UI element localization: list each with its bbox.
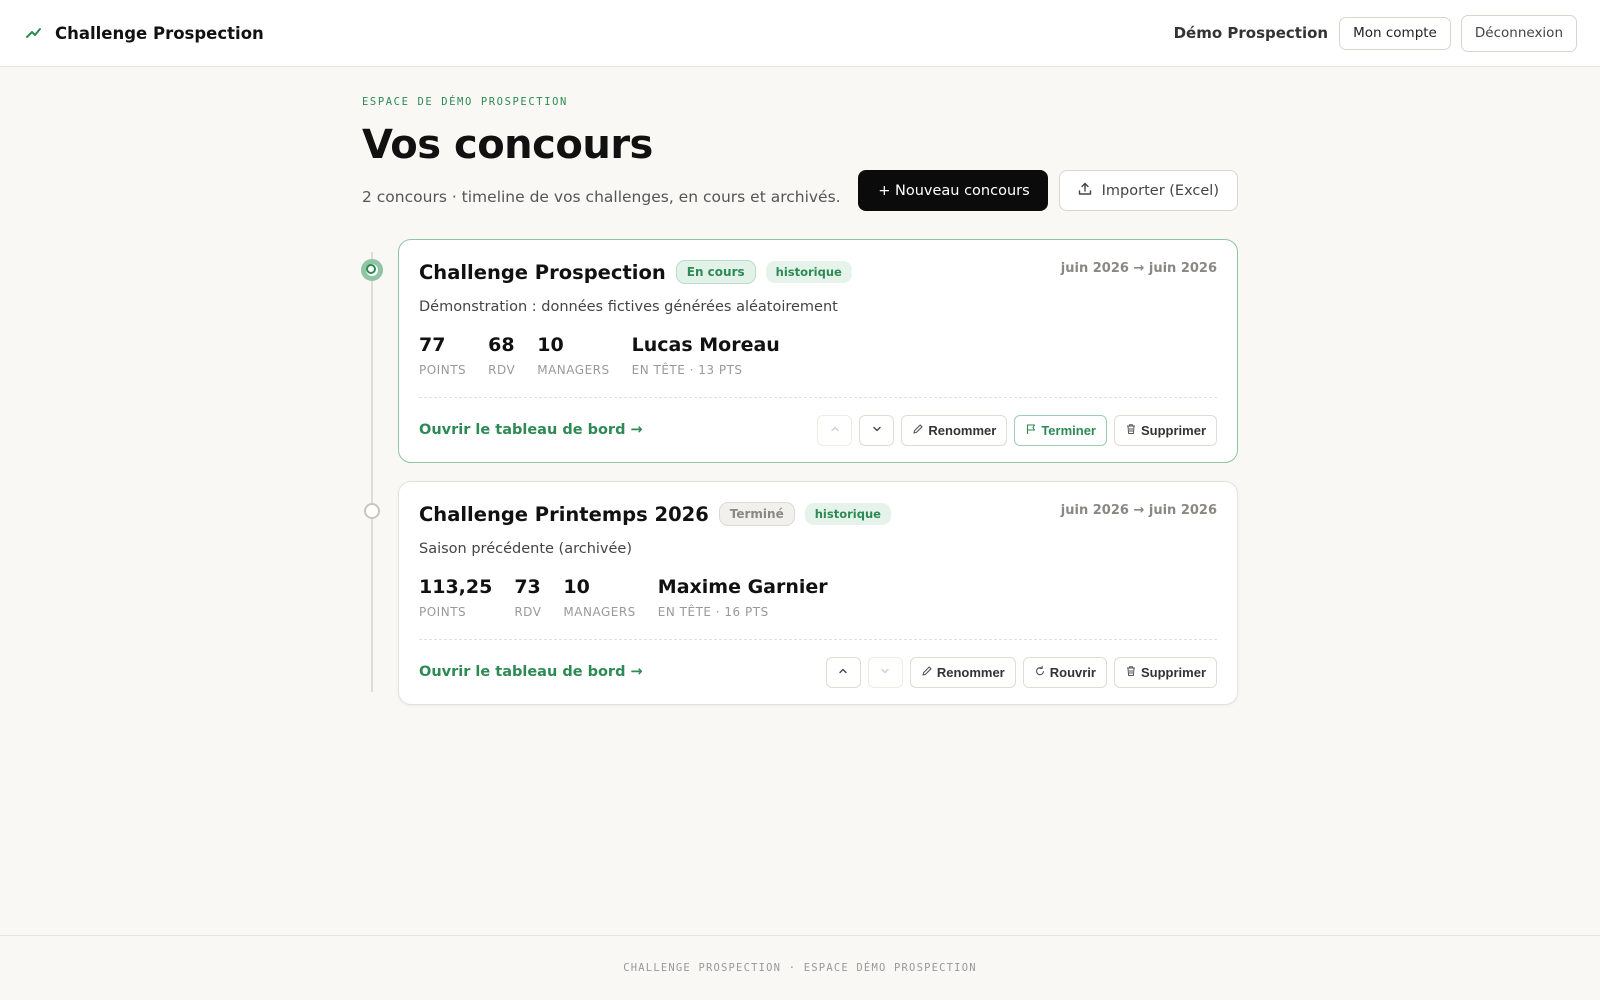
finish-label: Terminer xyxy=(1041,422,1096,438)
card-footer: Ouvrir le tableau de bord → Renommer Ter… xyxy=(419,397,1217,462)
contest-stats: 77 POINTS 68 RDV 10 MANAGERS Lucas Morea… xyxy=(419,334,1217,377)
stat-points: 113,25 POINTS xyxy=(419,576,492,619)
contest-description: Saison précédente (archivée) xyxy=(419,541,632,557)
page-subtitle: 2 concours · timeline de vos challenges,… xyxy=(362,188,841,206)
tag-badge: historique xyxy=(765,261,852,283)
open-dashboard-link[interactable]: Ouvrir le tableau de bord → xyxy=(419,422,643,438)
contest-dates: juin 2026 → juin 2026 xyxy=(1060,261,1217,276)
stat-managers-value: 10 xyxy=(537,334,564,356)
pencil-icon xyxy=(921,665,933,680)
tag-badge: historique xyxy=(804,503,891,525)
move-down-button[interactable] xyxy=(867,656,903,688)
import-excel-button[interactable]: Importer (Excel) xyxy=(1058,170,1238,211)
contest-card: Challenge Prospection En cours historiqu… xyxy=(398,239,1238,463)
contest-stats: 113,25 POINTS 73 RDV 10 MANAGERS Maxime … xyxy=(419,576,1217,619)
contest-description: Démonstration : données fictives générée… xyxy=(419,299,838,315)
page-actions: + Nouveau concours Importer (Excel) xyxy=(858,170,1238,211)
leader-label: EN TÊTE · 16 PTS xyxy=(657,605,769,619)
user-name: Démo Prospection xyxy=(1173,24,1329,42)
import-excel-label: Importer (Excel) xyxy=(1101,182,1219,199)
stat-points-value: 77 xyxy=(419,334,446,356)
top-bar: Challenge Prospection Démo Prospection M… xyxy=(0,0,1600,67)
chevron-up-icon xyxy=(837,665,849,680)
stat-rdv: 73 RDV xyxy=(514,576,541,619)
logout-button[interactable]: Déconnexion xyxy=(1460,14,1577,52)
timeline-dot-active xyxy=(361,259,383,281)
delete-label: Supprimer xyxy=(1140,422,1206,438)
account-button[interactable]: Mon compte xyxy=(1339,16,1451,50)
reopen-label: Rouvrir xyxy=(1049,664,1096,680)
stat-leader: Lucas Moreau EN TÊTE · 13 PTS xyxy=(632,334,780,377)
brand-name: Challenge Prospection xyxy=(55,23,264,43)
timeline-line xyxy=(371,252,373,692)
timeline-dot-archived xyxy=(364,503,380,519)
footer-text: CHALLENGE PROSPECTION · ESPACE DÉMO PROS… xyxy=(623,962,977,974)
stat-managers-label: MANAGERS xyxy=(537,363,610,377)
flag-icon xyxy=(1025,423,1037,438)
rename-label: Renommer xyxy=(936,664,1005,680)
card-tools: Renommer Rouvrir Supprimer xyxy=(825,656,1217,688)
chevron-down-icon xyxy=(871,423,883,438)
page-intro: ESPACE DE DÉMO PROSPECTION Vos concours … xyxy=(362,96,1238,211)
card-tools: Renommer Terminer Supprimer xyxy=(817,414,1217,446)
contest-title: Challenge Printemps 2026 xyxy=(419,502,709,526)
move-up-button[interactable] xyxy=(825,656,861,688)
stat-points-label: POINTS xyxy=(419,605,467,619)
stat-rdv: 68 RDV xyxy=(488,334,515,377)
upload-icon xyxy=(1078,182,1092,200)
status-badge: Terminé xyxy=(718,502,795,526)
header-actions: Démo Prospection Mon compte Déconnexion xyxy=(1173,14,1577,52)
section-eyebrow: ESPACE DE DÉMO PROSPECTION xyxy=(362,96,568,108)
chevron-up-icon xyxy=(829,423,841,438)
stat-rdv-value: 68 xyxy=(488,334,515,356)
reopen-button[interactable]: Rouvrir xyxy=(1022,656,1107,688)
rotate-icon xyxy=(1034,665,1046,680)
rename-button[interactable]: Renommer xyxy=(909,656,1016,688)
page-title: Vos concours xyxy=(362,122,653,168)
chevron-down-icon xyxy=(879,665,891,680)
stat-managers-value: 10 xyxy=(563,576,590,598)
stat-points: 77 POINTS xyxy=(419,334,466,377)
new-contest-label: + Nouveau concours xyxy=(878,182,1030,199)
pencil-icon xyxy=(912,423,924,438)
stat-rdv-label: RDV xyxy=(488,363,516,377)
contest-dates: juin 2026 → juin 2026 xyxy=(1060,503,1217,518)
open-dashboard-link[interactable]: Ouvrir le tableau de bord → xyxy=(419,664,643,680)
new-contest-button[interactable]: + Nouveau concours xyxy=(858,170,1048,211)
move-up-button[interactable] xyxy=(817,414,853,446)
stat-leader: Maxime Garnier EN TÊTE · 16 PTS xyxy=(658,576,828,619)
contest-card: Challenge Printemps 2026 Terminé histori… xyxy=(398,481,1238,705)
status-badge: En cours xyxy=(675,260,756,284)
stat-managers: 10 MANAGERS xyxy=(537,334,609,377)
delete-button[interactable]: Supprimer xyxy=(1113,414,1217,446)
trash-icon xyxy=(1125,665,1137,680)
leader-name: Maxime Garnier xyxy=(657,576,828,598)
stat-managers: 10 MANAGERS xyxy=(563,576,635,619)
rename-label: Renommer xyxy=(928,422,997,438)
stat-rdv-value: 73 xyxy=(514,576,541,598)
trending-up-icon xyxy=(25,24,43,42)
brand[interactable]: Challenge Prospection xyxy=(25,24,264,43)
delete-button[interactable]: Supprimer xyxy=(1113,656,1217,688)
delete-label: Supprimer xyxy=(1140,664,1206,680)
stat-points-label: POINTS xyxy=(419,363,467,377)
contest-title: Challenge Prospection xyxy=(419,260,666,284)
stat-managers-label: MANAGERS xyxy=(563,605,636,619)
page-footer: CHALLENGE PROSPECTION · ESPACE DÉMO PROS… xyxy=(0,935,1600,1000)
leader-label: EN TÊTE · 13 PTS xyxy=(631,363,743,377)
stat-rdv-label: RDV xyxy=(514,605,542,619)
stat-points-value: 113,25 xyxy=(419,576,493,598)
finish-button[interactable]: Terminer xyxy=(1014,414,1107,446)
trash-icon xyxy=(1125,423,1137,438)
move-down-button[interactable] xyxy=(859,414,895,446)
rename-button[interactable]: Renommer xyxy=(901,414,1008,446)
card-footer: Ouvrir le tableau de bord → Renommer Rou… xyxy=(419,639,1217,704)
leader-name: Lucas Moreau xyxy=(631,334,780,356)
